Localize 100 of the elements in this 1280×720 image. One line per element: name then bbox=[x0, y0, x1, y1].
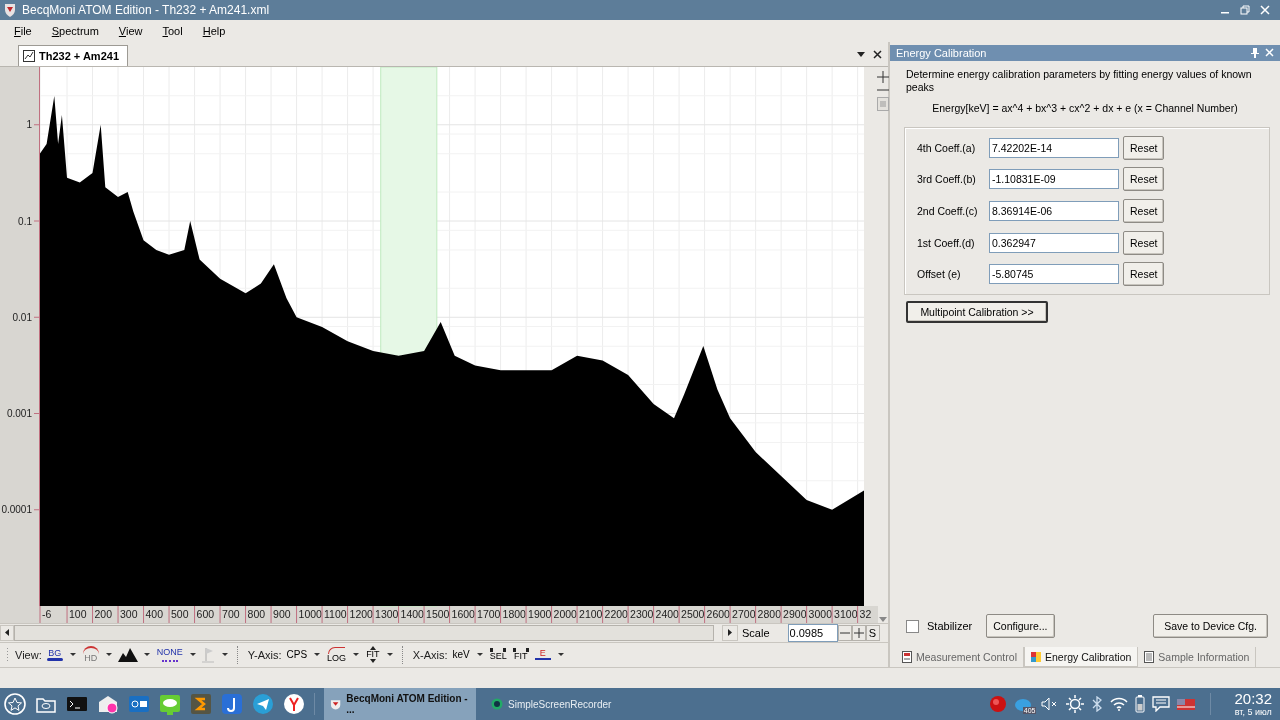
caret-icon[interactable] bbox=[69, 653, 76, 657]
fork-icon[interactable] bbox=[283, 693, 305, 715]
mail-icon[interactable] bbox=[128, 693, 150, 715]
axis-label: 2900 bbox=[783, 607, 807, 620]
caret-icon[interactable] bbox=[476, 653, 483, 657]
taskbar-task[interactable]: SimpleScreenRecorder bbox=[485, 688, 637, 720]
toolbar-button[interactable]: FIT bbox=[365, 646, 381, 664]
toolbar-button[interactable]: E bbox=[533, 649, 552, 661]
configure-button[interactable]: Configure... bbox=[986, 614, 1055, 639]
clock-date: вт, 5 июл bbox=[1234, 705, 1272, 718]
field-label: Offset (e) bbox=[917, 268, 962, 281]
save-button[interactable]: Save to Device Cfg. bbox=[1153, 614, 1268, 639]
reset-button[interactable]: Reset bbox=[1123, 198, 1165, 223]
axis-label: 2000 bbox=[553, 607, 577, 620]
menu-item[interactable]: Help bbox=[194, 22, 234, 39]
axis-label: 300 bbox=[120, 607, 138, 620]
caret-icon[interactable] bbox=[143, 653, 150, 657]
zigzag-icon[interactable] bbox=[190, 693, 212, 715]
toolbar-button[interactable]: FIT bbox=[511, 648, 530, 662]
paper-plane-icon[interactable] bbox=[252, 693, 274, 715]
axis-label: 1300 bbox=[375, 607, 399, 620]
shield-icon bbox=[330, 698, 342, 710]
coefficient-field[interactable]: 7.42202E-14 bbox=[989, 137, 1119, 158]
axis-label: 900 bbox=[273, 607, 291, 620]
panel-tab[interactable]: Measurement Control bbox=[896, 647, 1024, 668]
scroll-left-button[interactable] bbox=[0, 624, 14, 641]
caret-icon[interactable] bbox=[557, 653, 564, 657]
caret-icon[interactable] bbox=[221, 653, 228, 657]
coefficient-field[interactable]: 8.36914E-06 bbox=[989, 200, 1119, 221]
toolbar-button[interactable]: BG bbox=[45, 648, 64, 661]
minus-icon[interactable] bbox=[877, 86, 889, 93]
mountain-icon[interactable] bbox=[117, 647, 138, 662]
axis-label: 0.0001 bbox=[1, 504, 32, 516]
menu-item[interactable]: Tool bbox=[154, 22, 191, 39]
multipoint-calibration-button[interactable]: Multipoint Calibration >> bbox=[906, 300, 1048, 323]
axis-label: 2100 bbox=[579, 607, 603, 620]
axis-label: 1000 bbox=[298, 607, 322, 620]
coefficient-field[interactable]: -1.10831E-09 bbox=[989, 169, 1119, 190]
toolbar-button[interactable]: LOG bbox=[326, 646, 348, 663]
caret-icon[interactable] bbox=[386, 653, 393, 657]
description-text: Determine energy calibration parameters by fitting energy values of known peaks bbox=[906, 67, 1253, 94]
menu-item[interactable]: File bbox=[6, 22, 40, 39]
panel-tab[interactable]: Sample Information bbox=[1138, 647, 1257, 668]
axis-label: 400 bbox=[145, 607, 164, 620]
axis-label: 2400 bbox=[655, 607, 679, 620]
tiles-icon bbox=[1030, 650, 1041, 663]
panel-title: Energy Calibration bbox=[896, 46, 988, 59]
caret-icon[interactable] bbox=[314, 653, 321, 657]
bluetooth-icon[interactable] bbox=[1091, 696, 1104, 712]
toolbar-button[interactable]: HD bbox=[81, 646, 100, 664]
toolbar-label: Y-Axis: bbox=[247, 648, 282, 661]
taskbar-task[interactable]: BecqMoni ATOM Edition - ... bbox=[324, 688, 476, 720]
plus-icon[interactable] bbox=[877, 70, 889, 83]
caret-icon[interactable] bbox=[105, 653, 112, 657]
axis-label: 1800 bbox=[502, 607, 526, 620]
menu-item[interactable]: Spectrum bbox=[43, 22, 107, 39]
axis-label: 1400 bbox=[400, 607, 424, 620]
wifi-icon[interactable] bbox=[1110, 697, 1129, 711]
toolbar-button[interactable]: NONE bbox=[155, 647, 184, 662]
axis-label: 100 bbox=[69, 607, 87, 620]
panel-tab[interactable]: Energy Calibration bbox=[1023, 647, 1139, 668]
chat-icon[interactable] bbox=[1152, 696, 1171, 712]
axis-label: 2200 bbox=[604, 607, 628, 620]
reset-button[interactable]: Reset bbox=[1123, 230, 1165, 255]
scale-field[interactable]: 0.0985 bbox=[787, 623, 838, 642]
restore-icon[interactable] bbox=[1240, 5, 1250, 15]
menu-item[interactable]: View bbox=[110, 22, 151, 39]
toolbar-button[interactable]: CPS bbox=[285, 650, 309, 660]
close-icon[interactable] bbox=[873, 50, 882, 60]
reset-button[interactable]: Reset bbox=[1123, 167, 1165, 192]
formula-text: Energy[keV] = ax^4 + bx^3 + cx^2 + dx + e (x = Channel Number) bbox=[931, 101, 1239, 114]
caret-icon[interactable] bbox=[857, 52, 865, 58]
scroll-right-button[interactable] bbox=[722, 624, 738, 641]
caret-icon[interactable] bbox=[353, 653, 360, 657]
scroll-thumb-icon[interactable] bbox=[877, 96, 889, 111]
caret-icon[interactable] bbox=[189, 653, 196, 657]
toolbar-button[interactable]: keV bbox=[451, 650, 471, 660]
reset-button[interactable]: Reset bbox=[1123, 262, 1165, 287]
document-tab[interactable]: Th232 + Am241 bbox=[18, 44, 128, 66]
toolbar-button[interactable]: SEL bbox=[488, 648, 508, 662]
right-arrow-icon bbox=[728, 629, 732, 637]
coefficient-field[interactable]: -5.80745 bbox=[989, 264, 1119, 285]
field-label: 3rd Coeff.(b) bbox=[917, 173, 977, 186]
battery-icon[interactable] bbox=[1135, 695, 1146, 713]
scroll-down-icon[interactable] bbox=[877, 614, 889, 623]
reset-button[interactable]: Reset bbox=[1123, 135, 1165, 160]
brightness-icon[interactable] bbox=[1066, 695, 1085, 713]
hook-icon[interactable] bbox=[221, 693, 243, 715]
document-icon bbox=[1144, 651, 1155, 664]
globe-icon bbox=[491, 698, 503, 710]
pin-icon[interactable] bbox=[1251, 47, 1259, 58]
coefficient-field[interactable]: 0.362947 bbox=[989, 232, 1119, 253]
axis-label: 500 bbox=[171, 607, 189, 620]
checkbox[interactable] bbox=[906, 619, 919, 633]
cloud-icon[interactable] bbox=[159, 693, 181, 715]
clock-time: 20:32 bbox=[1234, 690, 1272, 706]
toolbar-label: X-Axis: bbox=[412, 648, 448, 661]
axis-label: 2500 bbox=[681, 607, 705, 620]
axis-label: 1900 bbox=[528, 607, 552, 620]
axis-label: 3100 bbox=[834, 607, 858, 620]
